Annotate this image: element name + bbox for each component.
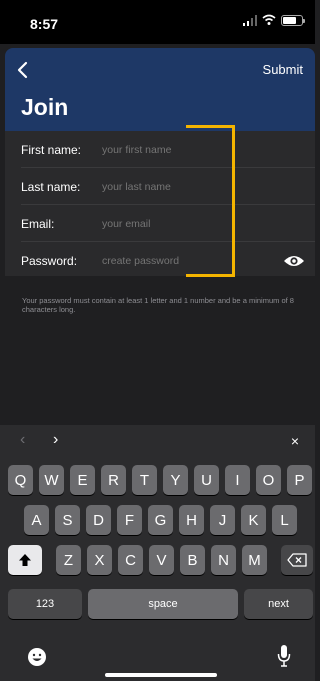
close-keyboard-button[interactable]: ×: [291, 433, 299, 449]
key-m[interactable]: M: [242, 545, 267, 575]
key-b[interactable]: B: [180, 545, 205, 575]
key-q[interactable]: Q: [8, 465, 33, 495]
key-t[interactable]: T: [132, 465, 157, 495]
key-n[interactable]: N: [211, 545, 236, 575]
password-hint: Your password must contain at least 1 le…: [22, 296, 294, 314]
show-password-eye-icon[interactable]: [283, 254, 305, 268]
key-a[interactable]: A: [24, 505, 49, 535]
join-form: First name: Last name: Email: Password:: [5, 131, 315, 276]
status-icons: [243, 14, 305, 26]
key-j[interactable]: J: [210, 505, 235, 535]
status-bar: 8:57: [0, 0, 315, 44]
key-s[interactable]: S: [55, 505, 80, 535]
shift-arrow-icon: [19, 554, 31, 566]
key-o[interactable]: O: [256, 465, 281, 495]
key-z[interactable]: Z: [56, 545, 81, 575]
back-chevron-icon[interactable]: [13, 60, 33, 80]
home-indicator[interactable]: [105, 673, 217, 677]
key-y[interactable]: Y: [163, 465, 188, 495]
backspace-key[interactable]: [281, 545, 313, 575]
page-title: Join: [21, 94, 69, 120]
key-l[interactable]: L: [272, 505, 297, 535]
key-w[interactable]: W: [39, 465, 64, 495]
key-k[interactable]: K: [241, 505, 266, 535]
next-key[interactable]: next: [244, 589, 313, 619]
next-field-button[interactable]: ›: [53, 431, 58, 449]
key-p[interactable]: P: [287, 465, 312, 495]
status-time: 8:57: [30, 16, 59, 32]
password-row: Password:: [5, 242, 315, 279]
key-h[interactable]: H: [179, 505, 204, 535]
last-name-row: Last name:: [5, 168, 315, 205]
key-x[interactable]: X: [87, 545, 112, 575]
space-key[interactable]: space: [88, 589, 238, 619]
first-name-label: First name:: [21, 142, 82, 157]
signal-icon: [243, 14, 257, 26]
phone-screen: 8:57 Submit Join First name: Last name:: [0, 0, 315, 681]
password-label: Password:: [21, 253, 78, 268]
keyboard: ‹ › × Q W E R T Y U I O P A S D F G H J …: [0, 425, 315, 681]
previous-field-button[interactable]: ‹: [20, 431, 25, 449]
numbers-key[interactable]: 123: [8, 589, 82, 619]
key-r[interactable]: R: [101, 465, 126, 495]
microphone-icon[interactable]: [277, 644, 291, 668]
battery-icon: [281, 15, 305, 26]
email-label: Email:: [21, 216, 55, 231]
key-v[interactable]: V: [149, 545, 174, 575]
email-row: Email:: [5, 205, 315, 242]
first-name-row: First name:: [5, 131, 315, 168]
highlight-bracket: [186, 125, 235, 277]
key-f[interactable]: F: [117, 505, 142, 535]
key-c[interactable]: C: [118, 545, 143, 575]
key-i[interactable]: I: [225, 465, 250, 495]
key-u[interactable]: U: [194, 465, 219, 495]
emoji-icon[interactable]: [27, 647, 47, 667]
last-name-label: Last name:: [21, 179, 81, 194]
key-g[interactable]: G: [148, 505, 173, 535]
header: Submit Join: [5, 48, 315, 131]
keyboard-toolbar: ‹ › ×: [0, 425, 315, 455]
shift-key[interactable]: [8, 545, 42, 575]
key-d[interactable]: D: [86, 505, 111, 535]
key-e[interactable]: E: [70, 465, 95, 495]
submit-button[interactable]: Submit: [263, 62, 303, 77]
backspace-icon: [287, 553, 307, 567]
wifi-icon: [262, 14, 276, 25]
